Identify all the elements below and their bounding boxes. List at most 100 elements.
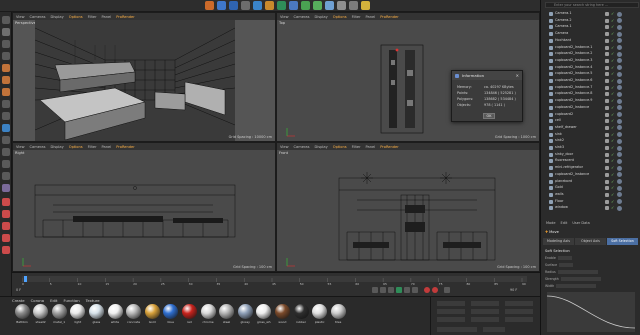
enabled-check-icon[interactable]: ✓ (611, 65, 615, 70)
material-tag-icon[interactable] (617, 31, 622, 37)
next-key-icon[interactable] (404, 287, 410, 293)
enabled-check-icon[interactable]: ✓ (611, 179, 615, 184)
enabled-check-icon[interactable]: ✓ (611, 172, 615, 177)
object-row[interactable]: planebord ✓ (543, 179, 639, 185)
plugin-icon-1[interactable] (2, 198, 10, 206)
object-row[interactable]: cupboard2_Instance ✓ (543, 172, 639, 178)
menu-display[interactable]: Display (51, 145, 64, 149)
scale-icon[interactable] (241, 1, 250, 10)
menu-panel[interactable]: Panel (366, 15, 376, 19)
enabled-check-icon[interactable]: ✓ (611, 152, 615, 157)
menu-filter[interactable]: Filter (88, 15, 97, 19)
play-icon[interactable] (396, 287, 402, 293)
layer-icon[interactable] (605, 172, 609, 177)
enabled-check-icon[interactable]: ✓ (611, 132, 615, 137)
enabled-check-icon[interactable]: ✓ (611, 12, 615, 16)
layer-icon[interactable] (605, 132, 609, 137)
subdivision-icon[interactable] (301, 1, 310, 10)
object-row[interactable]: sink3 ✓ (543, 145, 639, 151)
material-tag-icon[interactable] (617, 78, 622, 84)
material-swatch[interactable]: steel (219, 304, 235, 328)
object-row[interactable]: Camera.1 ✓ (543, 24, 639, 30)
layer-icon[interactable] (605, 139, 609, 144)
tab-object-axis[interactable]: Object Axis (575, 238, 606, 245)
object-row[interactable]: walls ✓ (543, 192, 639, 198)
tab-mode[interactable]: Mode (546, 221, 556, 228)
layer-icon[interactable] (605, 92, 609, 97)
keyframe-selection-icon[interactable] (444, 287, 450, 293)
menu-cameras[interactable]: Cameras (294, 15, 310, 19)
tab-user-data[interactable]: User Data (572, 221, 589, 228)
menu-filter[interactable]: Filter (352, 15, 361, 19)
enabled-check-icon[interactable]: ✓ (611, 18, 615, 23)
layer-icon[interactable] (605, 159, 609, 164)
layer-icon[interactable] (605, 12, 609, 16)
material-tag-icon[interactable] (617, 199, 622, 205)
play-reverse-icon[interactable] (388, 287, 394, 293)
object-row[interactable]: cupboard2_Instance.5 ✓ (543, 71, 639, 77)
enabled-check-icon[interactable]: ✓ (611, 92, 615, 96)
enabled-check-icon[interactable]: ✓ (611, 38, 615, 43)
go-to-start-icon[interactable] (372, 287, 378, 293)
menu-texture[interactable]: Texture (86, 298, 100, 303)
floor-icon[interactable] (337, 1, 346, 10)
viewport-front[interactable]: View Cameras Display Options Filter Pane… (276, 142, 540, 272)
end-frame[interactable]: 90 F (510, 288, 517, 292)
material-tag-icon[interactable] (617, 24, 622, 30)
menu-panel[interactable]: Panel (102, 145, 112, 149)
move-icon[interactable] (229, 1, 238, 10)
go-to-end-icon[interactable] (412, 287, 418, 293)
array-icon[interactable] (313, 1, 322, 10)
live-select-icon[interactable] (217, 1, 226, 10)
light-icon[interactable] (361, 1, 370, 10)
material-tag-icon[interactable] (617, 179, 622, 184)
material-tag-icon[interactable] (617, 172, 622, 178)
enabled-check-icon[interactable]: ✓ (611, 125, 615, 130)
render-view-icon[interactable] (265, 1, 274, 10)
material-swatch[interactable]: sheet2 (33, 304, 49, 328)
layer-icon[interactable] (605, 79, 609, 83)
layer-icon[interactable] (605, 65, 609, 70)
layer-icon[interactable] (605, 105, 609, 110)
material-tag-icon[interactable] (617, 185, 622, 191)
material-swatch[interactable]: glass (88, 304, 104, 328)
menu-view[interactable]: View (280, 15, 289, 19)
enabled-check-icon[interactable]: ✓ (611, 85, 615, 90)
material-tag-icon[interactable] (617, 145, 622, 151)
menu-edit[interactable]: Edit (50, 298, 57, 303)
object-row[interactable]: cupboard2_Instance.3 ✓ (543, 58, 639, 64)
plugin-icon-5[interactable] (2, 246, 10, 254)
enabled-check-icon[interactable]: ✓ (611, 166, 615, 170)
material-tag-icon[interactable] (617, 105, 622, 111)
menu-function[interactable]: Function (64, 298, 80, 303)
layer-icon[interactable] (605, 32, 609, 37)
object-row[interactable]: cupboard2_Instance.1 ✓ (543, 45, 639, 51)
object-row[interactable]: cupboard2_Instance.9 ✓ (543, 98, 639, 104)
material-swatch[interactable]: light (70, 304, 86, 328)
material-tag-icon[interactable] (617, 132, 622, 138)
enabled-check-icon[interactable]: ✓ (611, 199, 615, 204)
layer-icon[interactable] (605, 146, 609, 150)
object-row[interactable]: cupboard2_Instance.7 ✓ (543, 85, 639, 91)
tab-modeling-axis[interactable]: Modeling Axis (543, 238, 574, 245)
layer-icon[interactable] (605, 199, 609, 204)
menu-cameras[interactable]: Cameras (30, 15, 46, 19)
material-swatch[interactable]: rubber (293, 304, 309, 328)
material-swatch[interactable]: glossy (237, 304, 253, 328)
object-row[interactable]: window ✓ (543, 205, 639, 211)
python-icon[interactable] (2, 184, 10, 192)
layer-icon[interactable] (605, 18, 609, 23)
menu-panel[interactable]: Panel (102, 15, 112, 19)
object-row[interactable]: Floor ✓ (543, 199, 639, 205)
texture-mode-icon[interactable] (2, 40, 10, 48)
object-row[interactable]: cupboard2_Instance.6 ✓ (543, 78, 639, 84)
undo-icon[interactable] (205, 1, 214, 10)
material-swatch[interactable]: red (181, 304, 197, 328)
menu-options[interactable]: Options (69, 145, 83, 149)
enabled-check-icon[interactable]: ✓ (611, 139, 615, 143)
menu-view[interactable]: View (280, 145, 289, 149)
layer-icon[interactable] (605, 192, 609, 197)
layer-icon[interactable] (605, 38, 609, 43)
material-tag-icon[interactable] (617, 65, 622, 71)
material-swatch[interactable]: gloss_wh (256, 304, 272, 328)
